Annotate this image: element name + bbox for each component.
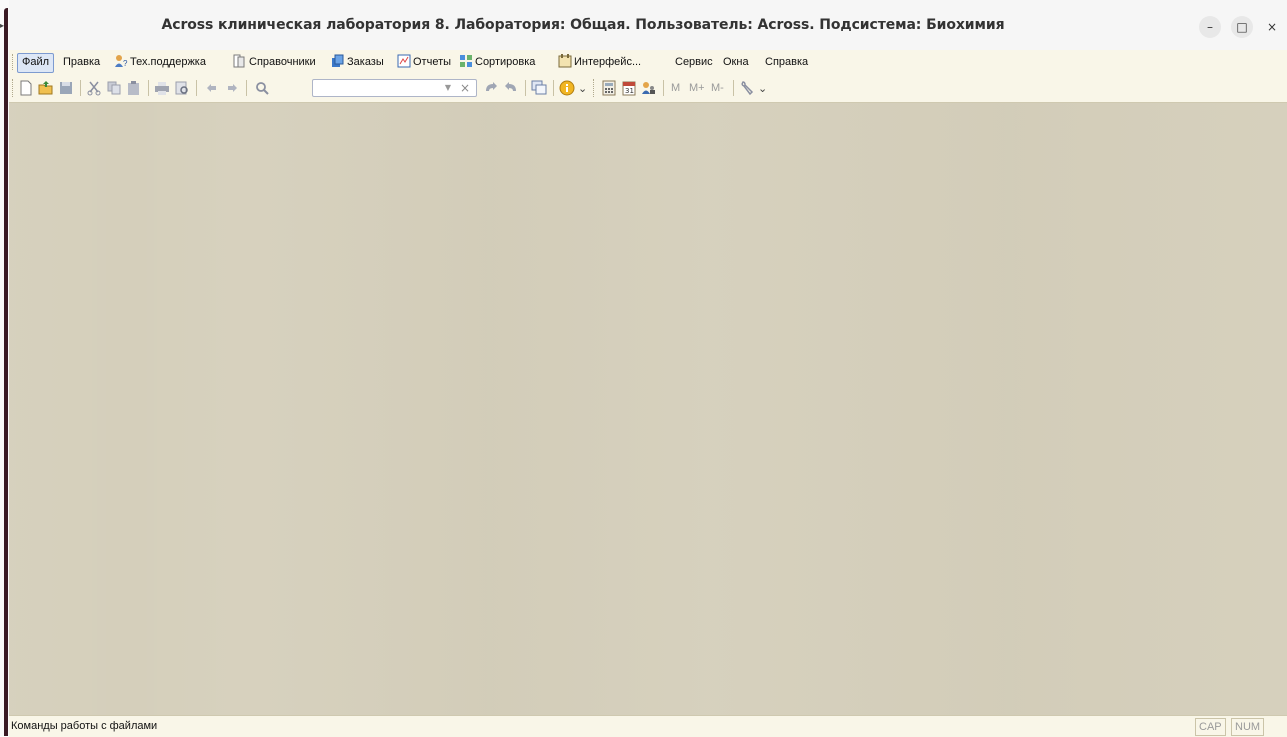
reference-books-icon <box>233 54 245 68</box>
paste-icon[interactable] <box>126 80 142 96</box>
menu-reports[interactable]: Отчеты <box>393 53 455 71</box>
find-previous-icon[interactable] <box>503 80 519 96</box>
windows-cascade-icon[interactable] <box>531 80 547 96</box>
menu-service[interactable]: Сервис <box>671 53 717 71</box>
menu-support[interactable]: ? Тех.поддержка <box>110 53 210 71</box>
menu-service-label: Сервис <box>675 56 713 68</box>
print-icon[interactable] <box>154 80 170 96</box>
menu-help[interactable]: Справка <box>761 53 812 71</box>
memory-add-button[interactable]: M+ <box>689 82 705 94</box>
redo-icon[interactable] <box>224 80 240 96</box>
search-combo[interactable]: ▼ × <box>312 79 477 97</box>
reports-icon <box>397 54 411 68</box>
toolbar-separator <box>80 80 81 96</box>
toolbar-separator <box>525 80 526 96</box>
status-message: Команды работы с файлами <box>11 720 158 732</box>
toolbar-separator <box>553 80 554 96</box>
svg-text:31: 31 <box>625 87 634 95</box>
menu-references[interactable]: Справочники <box>229 53 320 71</box>
menu-file-label: Файл <box>22 56 50 68</box>
desktop-dock-edge <box>4 8 8 736</box>
info-icon[interactable] <box>559 80 575 96</box>
menu-interface-label: Интерфейс... <box>574 56 642 68</box>
menu-support-label: Тех.поддержка <box>130 56 206 68</box>
orders-icon <box>332 54 344 67</box>
menu-sorting-label: Сортировка <box>475 56 536 68</box>
menu-reports-label: Отчеты <box>413 56 452 68</box>
find-icon[interactable] <box>254 80 270 96</box>
menu-windows-label: Окна <box>723 56 749 68</box>
cut-icon[interactable] <box>86 80 102 96</box>
menu-bar: Файл Правка ? Тех.поддержка Справочники … <box>9 50 1287 74</box>
toolbar-grip[interactable] <box>12 79 16 97</box>
settings-wrench-icon[interactable] <box>739 80 755 96</box>
users-icon[interactable] <box>641 80 657 96</box>
menu-orders-label: Заказы <box>347 56 384 68</box>
menu-help-label: Справка <box>765 56 809 68</box>
search-input[interactable] <box>315 81 435 95</box>
toolbar-separator <box>663 80 664 96</box>
svg-text:?: ? <box>123 59 128 68</box>
save-icon[interactable] <box>58 80 74 96</box>
settings-dropdown-icon[interactable]: ⌄ <box>758 82 767 95</box>
menu-interface[interactable]: Интерфейс... <box>554 53 645 71</box>
toolbar-separator <box>196 80 197 96</box>
toolbar-separator <box>148 80 149 96</box>
toolbar-grip[interactable] <box>593 79 597 97</box>
toolbar-separator <box>246 80 247 96</box>
num-lock-indicator: NUM <box>1231 718 1265 736</box>
new-file-icon[interactable] <box>18 80 34 96</box>
interface-icon <box>558 54 572 68</box>
support-icon: ? <box>115 55 128 68</box>
status-bar: Команды работы с файлами CAP NUM <box>9 715 1287 737</box>
menu-references-label: Справочники <box>249 56 316 68</box>
menu-sorting[interactable]: Сортировка <box>455 53 539 71</box>
memory-subtract-button[interactable]: M- <box>711 82 724 94</box>
calendar-icon[interactable]: 31 <box>621 80 637 96</box>
mdi-workspace[interactable] <box>9 103 1287 715</box>
desktop-edge: ▸ <box>0 0 9 736</box>
find-next-icon[interactable] <box>483 80 499 96</box>
menubar-grip[interactable] <box>12 54 16 70</box>
print-preview-icon[interactable] <box>174 80 190 96</box>
toolbar: ▼ × ⌄ 31 M M+ M- ⌄ <box>9 74 1287 103</box>
menu-edit[interactable]: Правка <box>59 53 104 71</box>
menu-edit-label: Правка <box>63 56 101 68</box>
chevron-down-icon[interactable]: ▼ <box>441 81 455 95</box>
minimize-button[interactable]: – <box>1199 16 1221 38</box>
sorting-icon <box>460 55 472 67</box>
title-bar[interactable]: Across клиническая лаборатория 8. Лабора… <box>9 0 1287 51</box>
memory-button[interactable]: M <box>671 82 680 94</box>
undo-icon[interactable] <box>204 80 220 96</box>
maximize-button[interactable]: □ <box>1231 16 1253 38</box>
menu-windows[interactable]: Окна <box>719 53 753 71</box>
dock-arrow-icon: ▸ <box>0 21 5 30</box>
caps-lock-indicator: CAP <box>1195 718 1226 736</box>
info-dropdown-icon[interactable]: ⌄ <box>578 82 587 95</box>
open-file-icon[interactable] <box>38 80 54 96</box>
close-button[interactable]: × <box>1261 16 1283 38</box>
menu-file[interactable]: Файл <box>17 53 55 73</box>
toolbar-separator <box>733 80 734 96</box>
app-window: Across клиническая лаборатория 8. Лабора… <box>9 0 1287 737</box>
calculator-icon[interactable] <box>601 80 617 96</box>
copy-icon[interactable] <box>106 80 122 96</box>
window-title: Across клиническая лаборатория 8. Лабора… <box>161 17 1005 33</box>
clear-icon[interactable]: × <box>457 80 473 96</box>
menu-orders[interactable]: Заказы <box>327 53 388 71</box>
